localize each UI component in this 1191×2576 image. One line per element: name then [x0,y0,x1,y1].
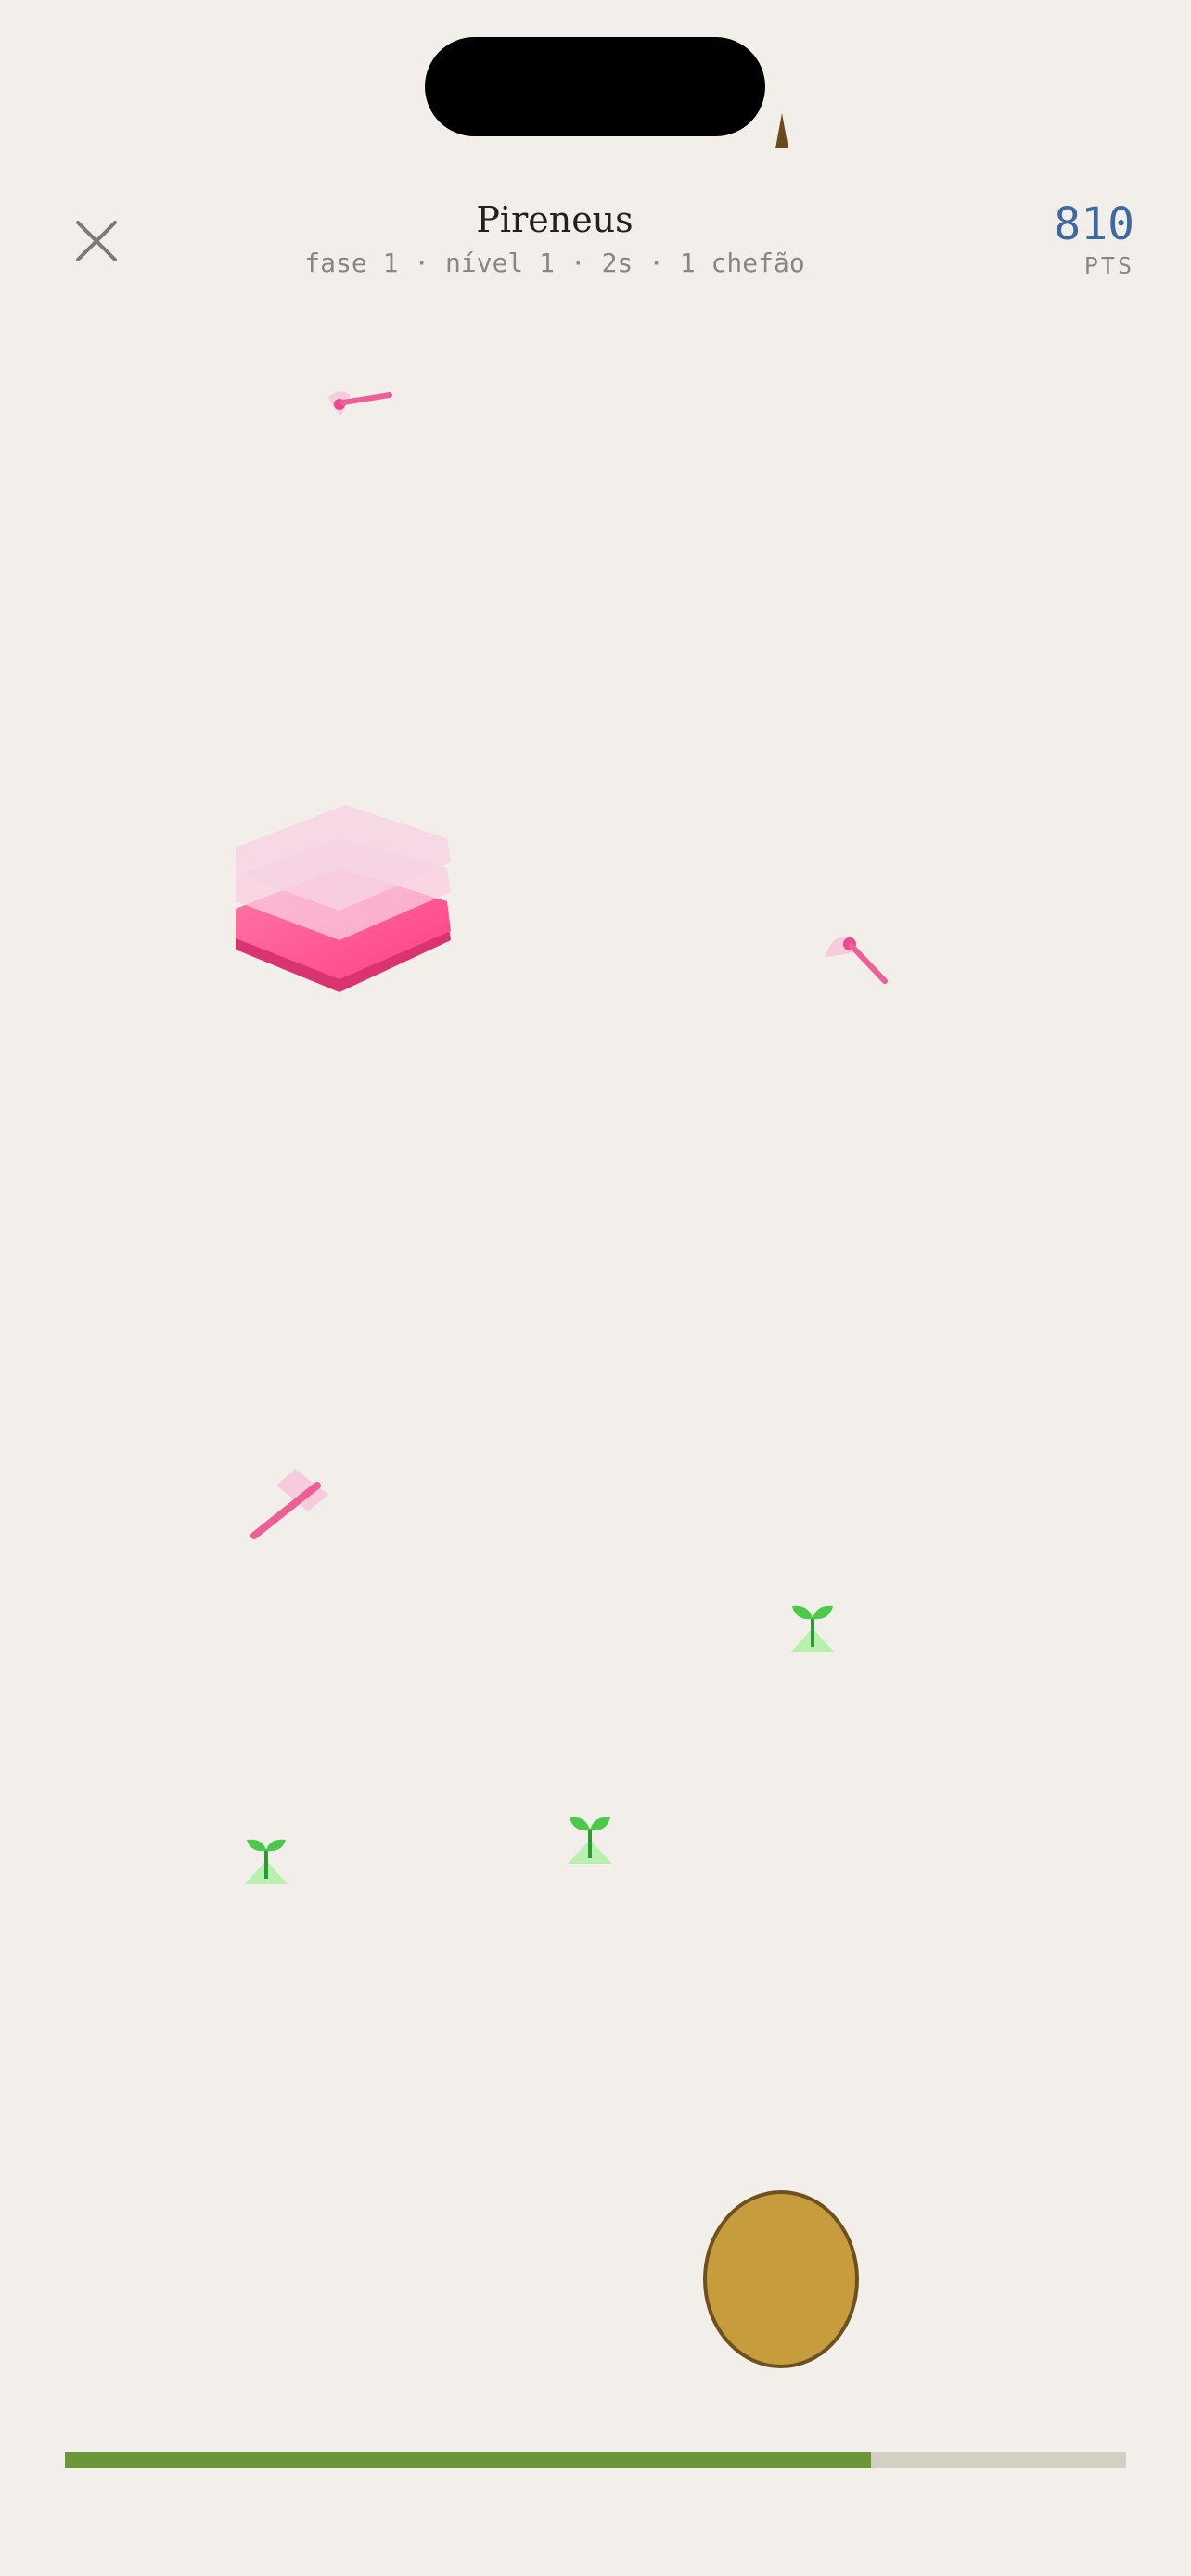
sprout-icon [245,1839,288,1884]
player-egg[interactable] [701,2188,861,2370]
pink-dart-icon [826,936,888,984]
pink-dart-icon [250,1469,328,1539]
level-subtitle: fase 1 · nível 1 · 2s · 1 chefão [304,248,805,278]
spike-icon [775,113,788,148]
score-label: PTS [1083,252,1134,279]
score-display: 810 PTS [1054,197,1134,280]
level-progress-fill [65,2452,872,2468]
level-progress-bar [65,2452,1126,2468]
level-header: Pireneus fase 1 · nível 1 · 2s · 1 chefã… [0,197,1109,282]
level-title: Pireneus [476,199,634,240]
sprout-icon [568,1817,612,1864]
dynamic-island [425,37,765,136]
pink-dart-icon [328,391,392,415]
score-value: 810 [1054,198,1134,250]
boss-block-icon [236,805,451,992]
sprout-icon [790,1605,835,1652]
